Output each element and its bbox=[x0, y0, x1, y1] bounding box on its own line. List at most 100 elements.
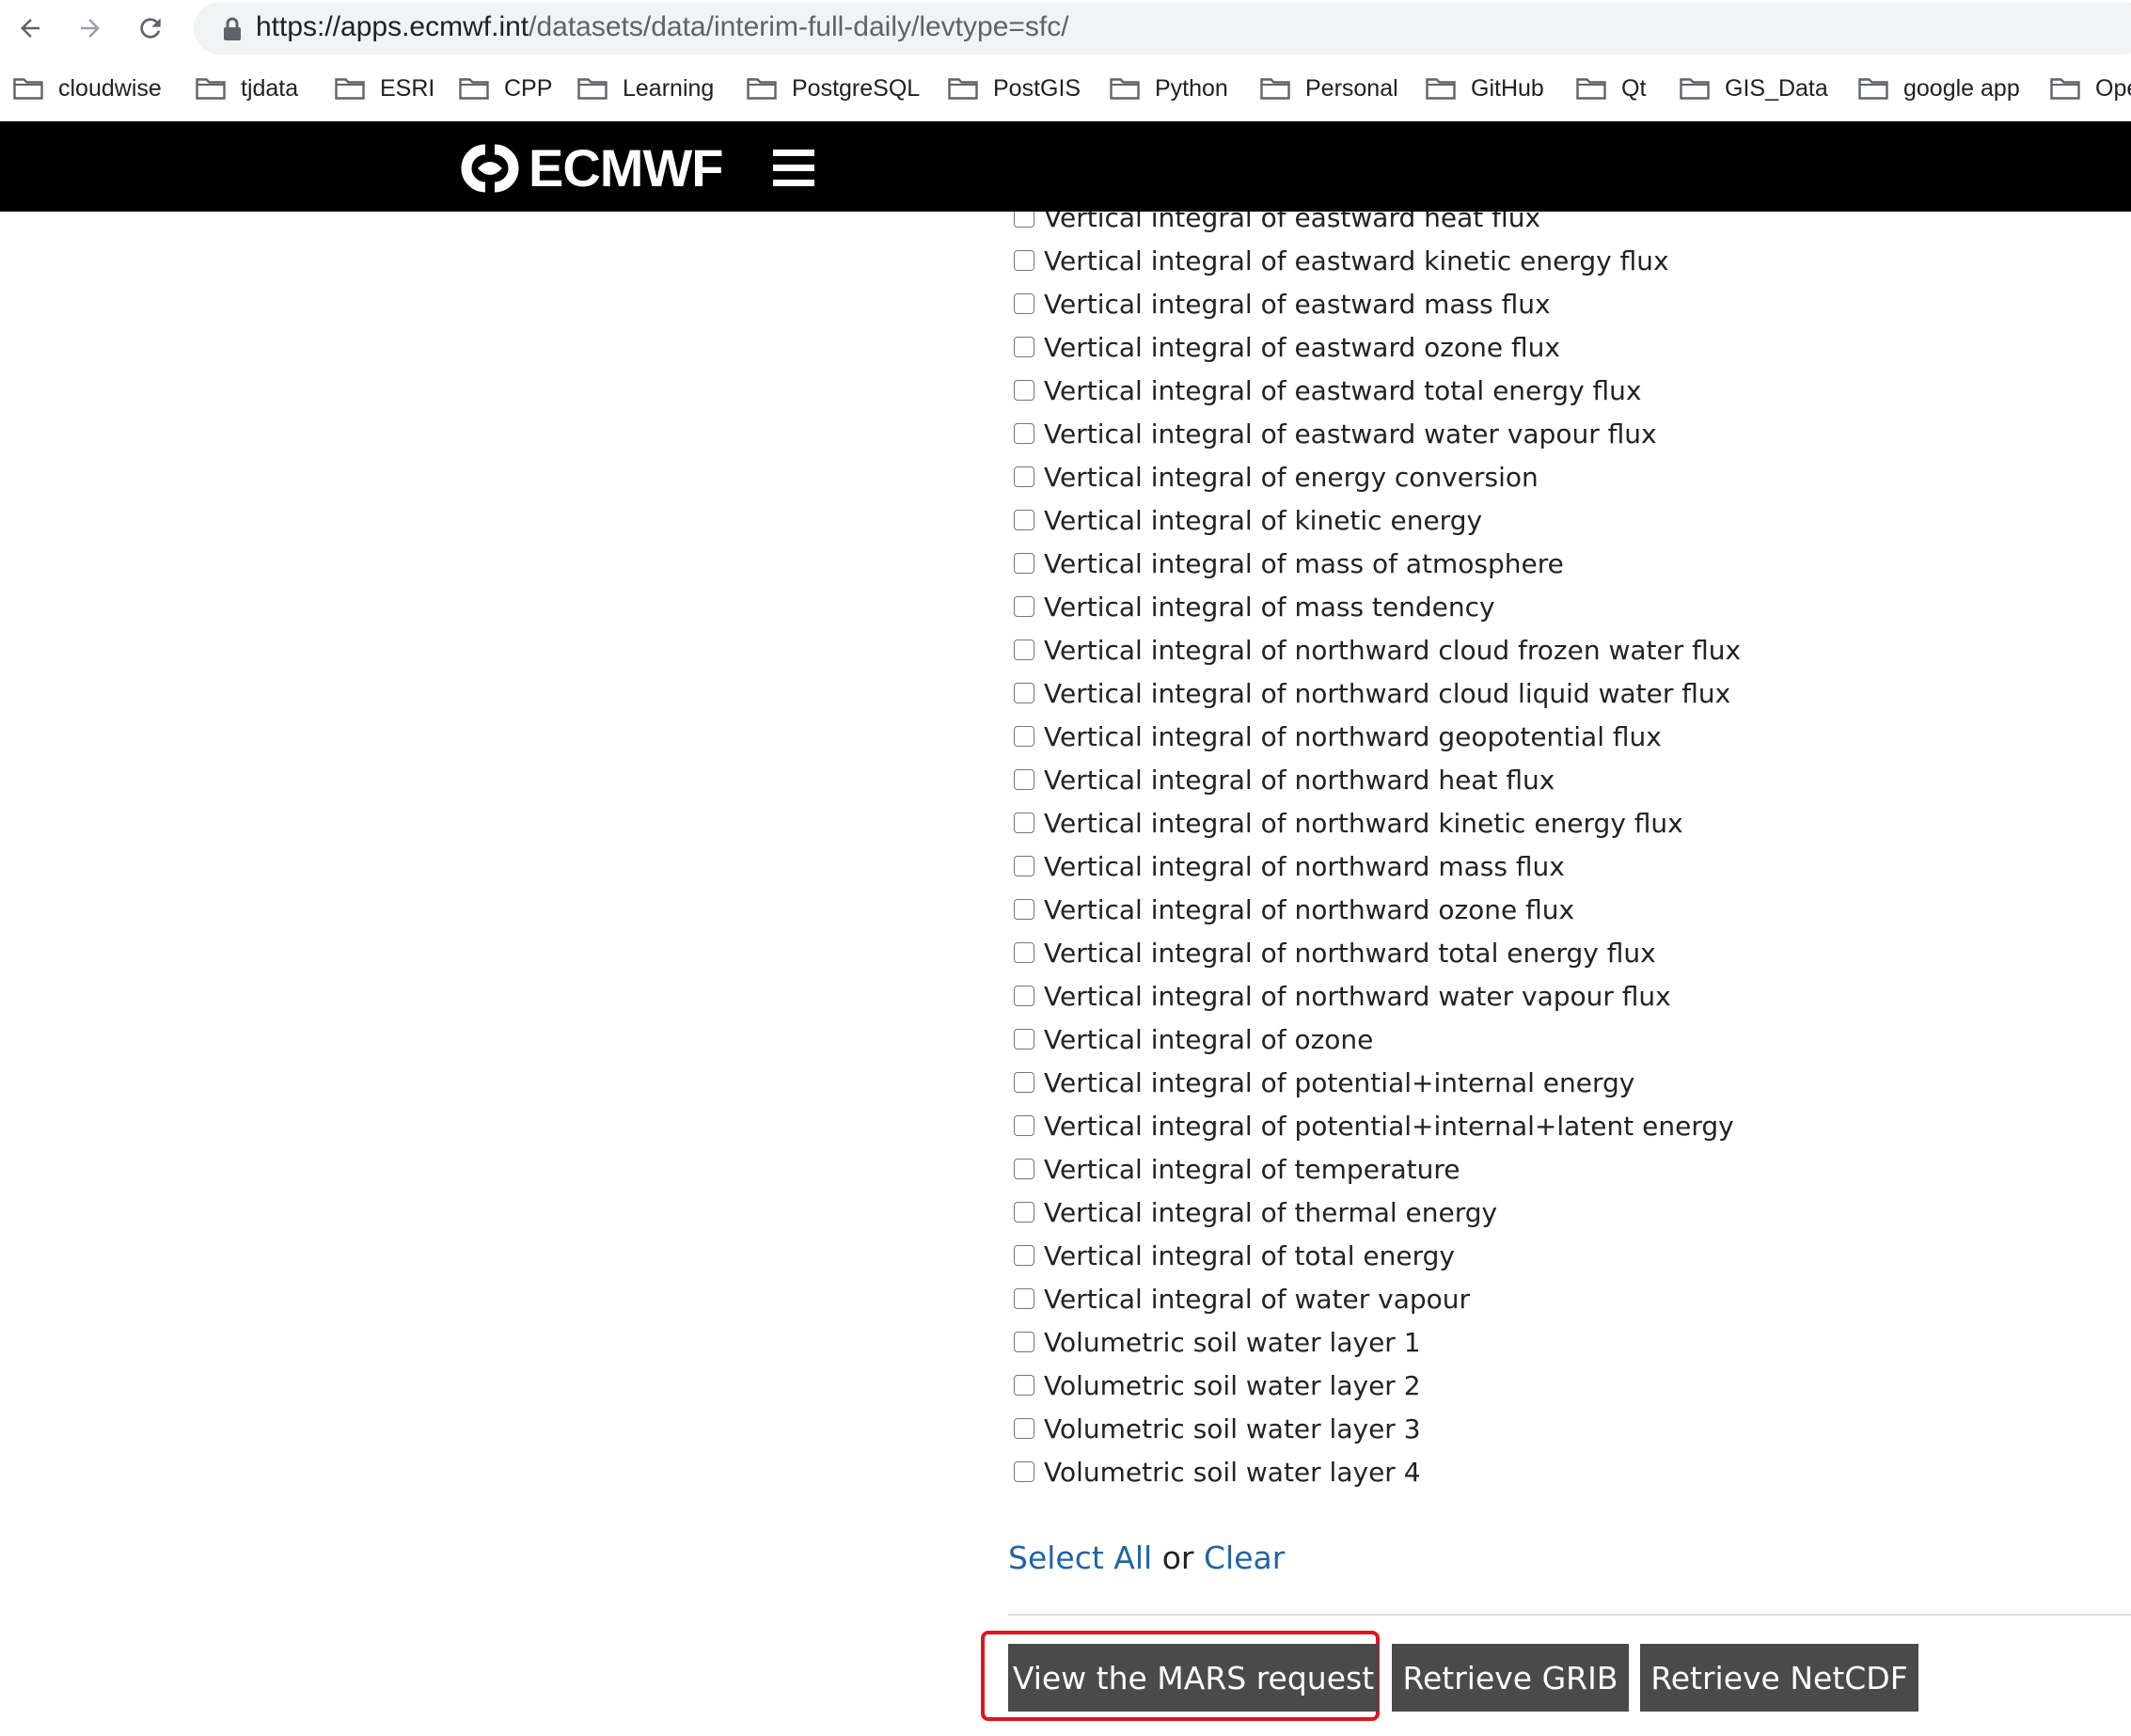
parameter-label[interactable]: Volumetric soil water layer 2 bbox=[1044, 1370, 1421, 1401]
parameter-checkbox[interactable] bbox=[1014, 639, 1034, 660]
parameter-item: Volumetric soil water layer 4 bbox=[1014, 1450, 1741, 1493]
bookmark-item[interactable]: CPP bbox=[459, 70, 552, 107]
parameter-label[interactable]: Volumetric soil water layer 1 bbox=[1044, 1327, 1421, 1358]
parameter-checkbox[interactable] bbox=[1014, 683, 1034, 703]
parameter-label[interactable]: Vertical integral of northward ozone flu… bbox=[1044, 894, 1574, 925]
parameter-checkbox[interactable] bbox=[1014, 212, 1034, 228]
parameter-label[interactable]: Vertical integral of northward total ene… bbox=[1044, 938, 1656, 969]
parameter-checkbox[interactable] bbox=[1014, 856, 1034, 876]
hamburger-menu-icon[interactable] bbox=[773, 150, 814, 187]
parameter-label[interactable]: Vertical integral of northward water vap… bbox=[1044, 981, 1671, 1012]
parameter-checkbox[interactable] bbox=[1014, 1072, 1034, 1093]
parameter-label[interactable]: Vertical integral of potential+internal+… bbox=[1044, 1111, 1734, 1142]
bookmark-item[interactable]: Python bbox=[1110, 70, 1228, 107]
parameter-label[interactable]: Volumetric soil water layer 3 bbox=[1044, 1413, 1421, 1444]
parameter-item: Vertical integral of water vapour bbox=[1014, 1277, 1741, 1320]
parameter-checkbox[interactable] bbox=[1014, 293, 1034, 314]
parameter-label[interactable]: Vertical integral of northward cloud liq… bbox=[1044, 678, 1730, 709]
or-text: or bbox=[1161, 1539, 1194, 1576]
parameter-checkbox[interactable] bbox=[1014, 1202, 1034, 1223]
back-button[interactable] bbox=[8, 8, 53, 49]
parameter-checkbox[interactable] bbox=[1014, 596, 1034, 617]
parameter-label[interactable]: Vertical integral of eastward mass flux bbox=[1044, 289, 1551, 320]
parameter-checkbox[interactable] bbox=[1014, 986, 1034, 1006]
parameter-label[interactable]: Vertical integral of eastward heat flux bbox=[1044, 212, 1540, 233]
view-mars-request-button[interactable]: View the MARS request bbox=[1008, 1644, 1379, 1712]
bookmark-item[interactable]: GitHub bbox=[1426, 70, 1544, 107]
parameter-label[interactable]: Vertical integral of kinetic energy bbox=[1044, 505, 1482, 536]
bookmark-item[interactable]: PostGIS bbox=[948, 70, 1081, 107]
parameter-label[interactable]: Vertical integral of temperature bbox=[1044, 1154, 1460, 1185]
parameter-label[interactable]: Volumetric soil water layer 4 bbox=[1044, 1457, 1421, 1488]
parameter-item: Vertical integral of eastward ozone flux bbox=[1014, 325, 1741, 369]
parameter-label[interactable]: Vertical integral of northward mass flux bbox=[1044, 851, 1565, 882]
bookmark-item[interactable]: GIS_Data bbox=[1680, 70, 1828, 107]
parameter-label[interactable]: Vertical integral of northward geopotent… bbox=[1044, 721, 1662, 752]
parameter-list: Vertical integral of eastward heat flux V… bbox=[1014, 212, 1741, 1493]
parameter-label[interactable]: Vertical integral of eastward ozone flux bbox=[1044, 332, 1560, 363]
parameter-checkbox[interactable] bbox=[1014, 1115, 1034, 1136]
clear-link[interactable]: Clear bbox=[1204, 1539, 1285, 1576]
bookmark-item[interactable]: google app bbox=[1858, 70, 2020, 107]
parameter-checkbox[interactable] bbox=[1014, 1159, 1034, 1179]
bookmark-item[interactable]: ESRI bbox=[335, 70, 434, 107]
bookmark-item[interactable]: Learning bbox=[577, 70, 714, 107]
bookmark-item[interactable]: cloudwise bbox=[13, 70, 162, 107]
bookmark-item[interactable]: Qt bbox=[1576, 70, 1646, 107]
bookmark-item[interactable]: PostgreSQL bbox=[747, 70, 920, 107]
parameter-checkbox[interactable] bbox=[1014, 380, 1034, 401]
url-text: https://apps.ecmwf.int/datasets/data/int… bbox=[256, 11, 1069, 43]
bookmark-item[interactable]: Personal bbox=[1260, 70, 1398, 107]
parameter-checkbox[interactable] bbox=[1014, 1375, 1034, 1396]
bookmark-label: tjdata bbox=[241, 74, 299, 102]
parameter-checkbox[interactable] bbox=[1014, 1245, 1034, 1266]
parameter-label[interactable]: Vertical integral of mass of atmosphere bbox=[1044, 548, 1564, 579]
bookmark-label: GitHub bbox=[1471, 74, 1544, 102]
ecmwf-logo[interactable]: ECMWF bbox=[457, 138, 724, 197]
folder-icon bbox=[747, 78, 777, 100]
parameter-checkbox[interactable] bbox=[1014, 1288, 1034, 1309]
parameter-item: Vertical integral of northward kinetic e… bbox=[1014, 801, 1741, 844]
parameter-label[interactable]: Vertical integral of energy conversion bbox=[1044, 462, 1539, 493]
select-all-link[interactable]: Select All bbox=[1008, 1539, 1152, 1576]
parameter-label[interactable]: Vertical integral of eastward water vapo… bbox=[1044, 418, 1657, 450]
parameter-label[interactable]: Vertical integral of northward heat flux bbox=[1044, 765, 1555, 796]
parameter-checkbox[interactable] bbox=[1014, 726, 1034, 747]
parameter-label[interactable]: Vertical integral of northward kinetic e… bbox=[1044, 808, 1683, 839]
parameter-item: Volumetric soil water layer 1 bbox=[1014, 1320, 1741, 1364]
parameter-checkbox[interactable] bbox=[1014, 1461, 1034, 1482]
parameter-checkbox[interactable] bbox=[1014, 423, 1034, 444]
parameter-label[interactable]: Vertical integral of total energy bbox=[1044, 1240, 1455, 1271]
retrieve-grib-button[interactable]: Retrieve GRIB bbox=[1392, 1644, 1629, 1712]
parameter-checkbox[interactable] bbox=[1014, 250, 1034, 271]
parameter-label[interactable]: Vertical integral of eastward total ener… bbox=[1044, 375, 1642, 406]
parameter-checkbox[interactable] bbox=[1014, 813, 1034, 833]
parameter-checkbox[interactable] bbox=[1014, 899, 1034, 920]
parameter-label[interactable]: Vertical integral of eastward kinetic en… bbox=[1044, 245, 1669, 276]
bookmark-item[interactable]: tjdata bbox=[196, 70, 298, 107]
parameter-label[interactable]: Vertical integral of northward cloud fro… bbox=[1044, 635, 1741, 666]
parameter-label[interactable]: Vertical integral of mass tendency bbox=[1044, 592, 1495, 623]
parameter-checkbox[interactable] bbox=[1014, 1029, 1034, 1049]
logo-text: ECMWF bbox=[529, 138, 724, 197]
address-bar[interactable]: https://apps.ecmwf.int/datasets/data/int… bbox=[194, 2, 2131, 55]
parameter-checkbox[interactable] bbox=[1014, 1418, 1034, 1439]
parameter-checkbox[interactable] bbox=[1014, 553, 1034, 574]
parameter-label[interactable]: Vertical integral of water vapour bbox=[1044, 1284, 1470, 1315]
select-controls: Select All or Clear bbox=[1008, 1539, 1285, 1576]
parameter-checkbox[interactable] bbox=[1014, 337, 1034, 357]
parameter-label[interactable]: Vertical integral of thermal energy bbox=[1044, 1197, 1497, 1228]
folder-icon bbox=[1576, 78, 1606, 100]
parameter-label[interactable]: Vertical integral of potential+internal … bbox=[1044, 1067, 1634, 1098]
forward-button[interactable] bbox=[68, 8, 113, 49]
parameter-checkbox[interactable] bbox=[1014, 466, 1034, 487]
bookmark-item[interactable]: Ope bbox=[2050, 70, 2131, 107]
reload-button[interactable] bbox=[128, 8, 173, 49]
parameter-checkbox[interactable] bbox=[1014, 510, 1034, 530]
parameter-checkbox[interactable] bbox=[1014, 769, 1034, 790]
parameter-checkbox[interactable] bbox=[1014, 1332, 1034, 1352]
retrieve-netcdf-button[interactable]: Retrieve NetCDF bbox=[1640, 1644, 1918, 1712]
parameter-checkbox[interactable] bbox=[1014, 942, 1034, 963]
parameter-label[interactable]: Vertical integral of ozone bbox=[1044, 1024, 1373, 1055]
divider bbox=[1008, 1614, 2131, 1616]
